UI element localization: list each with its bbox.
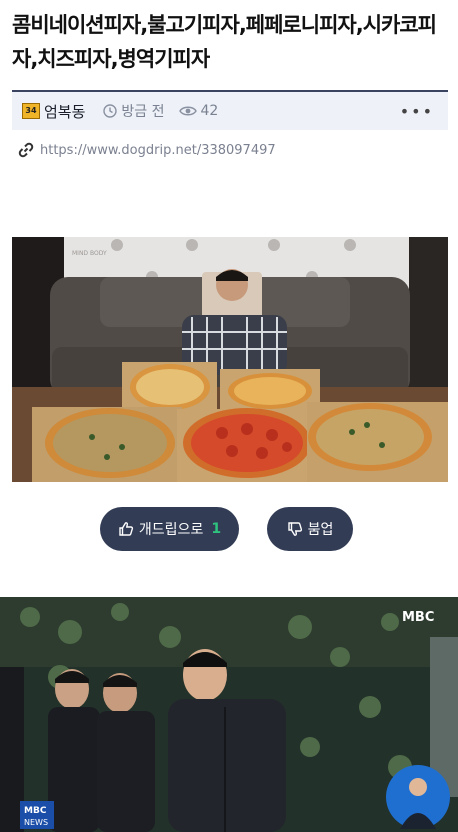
post-source-link[interactable]: https://www.dogdrip.net/338097497 <box>18 142 276 158</box>
clock-icon <box>103 104 118 118</box>
upvote-count: 1 <box>211 521 222 537</box>
post-title: 콤비네이션피자,불고기피자,페페로니피자,시카코피자,치즈피자,병역기피자 <box>12 13 437 71</box>
news-broadcast-photo: MBC MBC NEWS <box>0 597 458 832</box>
board-badge-icon: 34 <box>22 103 40 119</box>
link-icon <box>18 142 34 158</box>
pizza-mukbang-photo: MIND BODY <box>12 237 448 482</box>
author-name[interactable]: 엄복동 <box>44 101 85 122</box>
downvote-label: 붐업 <box>307 522 334 538</box>
broadcaster-news-label: NEWS <box>24 818 48 827</box>
eye-icon <box>178 106 197 116</box>
view-count-text: 42 <box>200 103 219 119</box>
broadcaster-corner-logo: MBC <box>24 806 47 816</box>
thumbs-down-icon <box>287 522 302 536</box>
backdrop-brand-text: MIND BODY <box>72 250 107 257</box>
post-meta-bar: 34 엄복동 방금 전 42 ••• <box>12 90 448 130</box>
view-count: 42 <box>178 103 219 119</box>
upvote-button[interactable]: 개드립으로 1 <box>100 507 239 551</box>
more-options-button[interactable]: ••• <box>400 102 434 121</box>
post-time: 방금 전 <box>103 101 165 121</box>
post-time-text: 방금 전 <box>121 104 165 120</box>
broadcaster-logo-text: MBC <box>402 610 434 625</box>
thumbs-up-icon <box>119 522 133 536</box>
upvote-label: 개드립으로 <box>138 522 204 538</box>
post-url[interactable]: https://www.dogdrip.net/338097497 <box>40 143 276 158</box>
downvote-button[interactable]: 붐업 <box>267 507 353 551</box>
